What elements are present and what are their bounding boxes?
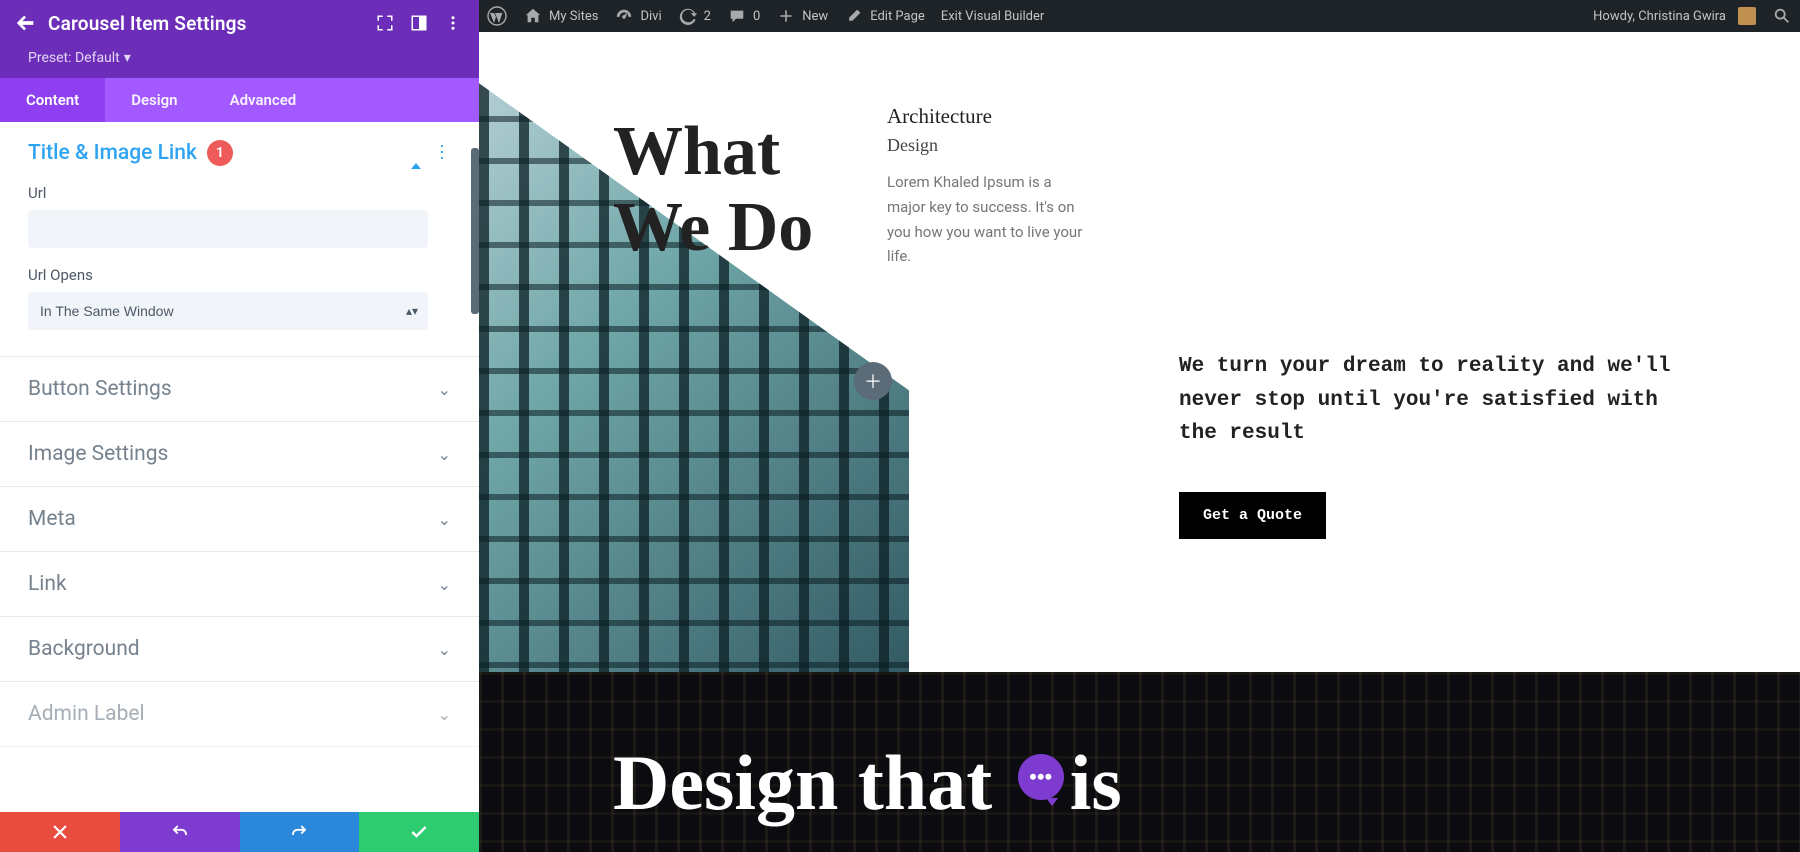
url-input[interactable] (28, 210, 428, 248)
section-title-image-link: Title & Image Link 1 ⋯ Url Url Opens In … (0, 122, 479, 357)
undo-icon (171, 823, 189, 841)
new-menu[interactable]: New (768, 0, 836, 32)
plus-icon (776, 6, 796, 26)
expand-button[interactable] (373, 11, 397, 35)
select-caret-icon: ▴▾ (406, 304, 418, 318)
panel-footer (0, 812, 479, 852)
get-quote-button[interactable]: Get a Quote (1179, 492, 1326, 539)
gauge-icon (614, 6, 634, 26)
hero-section: What We Do Architecture Design Lorem Kha… (479, 32, 1800, 672)
search-icon (1772, 6, 1792, 26)
panel-scrollbar[interactable] (471, 148, 479, 314)
check-icon (409, 822, 429, 842)
builder-bubble-button[interactable]: ••• (1018, 754, 1064, 800)
card-subtitle: Design (887, 135, 1087, 156)
url-opens-select[interactable]: In The Same Window (28, 292, 428, 330)
section-meta[interactable]: Meta ⌄ (0, 487, 479, 552)
exit-vb-label: Exit Visual Builder (941, 9, 1044, 24)
edit-page-link[interactable]: Edit Page (836, 0, 933, 32)
panel-header: Carousel Item Settings (0, 0, 479, 46)
chevron-down-icon: ⌄ (438, 705, 451, 724)
comments-count: 0 (753, 9, 760, 24)
updates-count: 2 (704, 9, 711, 24)
wordpress-icon (487, 6, 507, 26)
avatar-icon (1738, 7, 1756, 25)
wp-logo-menu[interactable] (479, 0, 515, 32)
section-image-settings[interactable]: Image Settings ⌄ (0, 422, 479, 487)
tab-advanced[interactable]: Advanced (204, 78, 323, 122)
redo-button[interactable] (240, 812, 360, 852)
pencil-icon (844, 6, 864, 26)
preset-label: Preset: Default (28, 50, 120, 66)
section-background[interactable]: Background ⌄ (0, 617, 479, 682)
comments-menu[interactable]: 0 (719, 0, 768, 32)
edit-page-label: Edit Page (870, 9, 925, 24)
chevron-down-icon: ⌄ (438, 510, 451, 529)
card-title: Architecture (887, 104, 1087, 129)
tab-design[interactable]: Design (105, 78, 203, 122)
site-name-label: Divi (640, 9, 661, 24)
updates-menu[interactable]: 2 (670, 0, 719, 32)
chevron-down-icon: ⌄ (438, 575, 451, 594)
section-kebab-menu[interactable]: ⋯ (432, 143, 450, 163)
my-sites-menu[interactable]: My Sites (515, 0, 606, 32)
panel-body: Title & Image Link 1 ⋯ Url Url Opens In … (0, 122, 479, 812)
chevron-down-icon: ⌄ (438, 640, 451, 659)
greeting-label: Howdy, Christina Gwira (1593, 9, 1726, 24)
card-body: Lorem Khaled Ipsum is a major key to suc… (887, 170, 1087, 269)
exit-visual-builder-link[interactable]: Exit Visual Builder (933, 0, 1052, 32)
back-button[interactable] (14, 11, 38, 35)
new-label: New (802, 9, 828, 24)
panel-title: Carousel Item Settings (48, 12, 247, 35)
tab-content[interactable]: Content (0, 78, 105, 122)
my-sites-label: My Sites (549, 9, 598, 24)
caret-up-icon (411, 144, 421, 169)
add-module-button[interactable]: ＋ (854, 362, 892, 400)
url-opens-field-label: Url Opens (28, 266, 451, 284)
url-field-label: Url (28, 184, 451, 202)
pitch-text: We turn your dream to reality and we'll … (1179, 350, 1699, 451)
chevron-down-icon: ⌄ (438, 445, 451, 464)
redo-icon (290, 823, 308, 841)
house-icon (523, 6, 543, 26)
snap-right-button[interactable] (407, 11, 431, 35)
collapse-section-button[interactable] (411, 144, 421, 163)
service-card: Architecture Design Lorem Khaled Ipsum i… (887, 104, 1087, 269)
refresh-icon (678, 6, 698, 26)
section-button-settings[interactable]: Button Settings ⌄ (0, 357, 479, 422)
preset-selector[interactable]: Preset: Default ▾ (0, 46, 479, 78)
comment-icon (727, 6, 747, 26)
annotation-badge: 1 (207, 140, 233, 166)
account-menu[interactable]: Howdy, Christina Gwira (1585, 0, 1764, 32)
caret-down-icon: ▾ (124, 50, 131, 66)
close-icon (51, 823, 69, 841)
chevron-down-icon: ⌄ (438, 380, 451, 399)
save-button[interactable] (359, 812, 479, 852)
dark-heading: Design that ••• is (613, 738, 1122, 828)
wp-admin-bar: My Sites Divi 2 0 New Edit Page Exit Vis… (479, 0, 1800, 32)
search-toggle[interactable] (1764, 0, 1800, 32)
page-preview: What We Do Architecture Design Lorem Kha… (479, 32, 1800, 852)
dark-section: Design that ••• is (479, 672, 1800, 852)
hero-heading: What We Do (613, 114, 813, 265)
settings-panel: Carousel Item Settings Preset: Default ▾… (0, 0, 479, 852)
section-title-label: Title & Image Link (28, 141, 197, 165)
cancel-button[interactable] (0, 812, 120, 852)
undo-button[interactable] (120, 812, 240, 852)
panel-tabs: Content Design Advanced (0, 78, 479, 122)
section-admin-label[interactable]: Admin Label ⌄ (0, 682, 479, 747)
site-menu[interactable]: Divi (606, 0, 669, 32)
section-link[interactable]: Link ⌄ (0, 552, 479, 617)
plus-icon: ＋ (864, 368, 882, 394)
panel-kebab-menu[interactable] (441, 11, 465, 35)
